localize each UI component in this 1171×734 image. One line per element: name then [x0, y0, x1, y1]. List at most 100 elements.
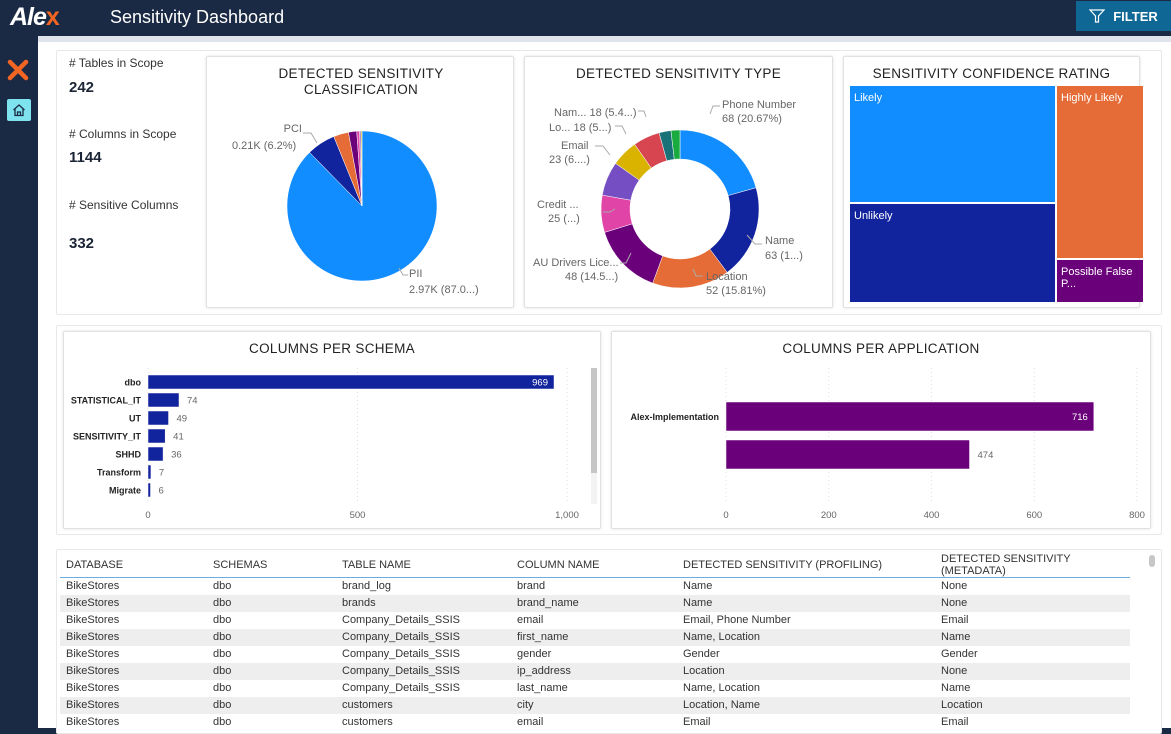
table-cell: first_name [511, 628, 677, 646]
table-cell: brand [517, 580, 546, 593]
table-cell: Name [677, 594, 935, 612]
table-row[interactable]: BikeStores dbo brand_log brand Name None [60, 578, 1130, 595]
bar[interactable] [147, 446, 164, 462]
column-header-schemas[interactable]: SCHEMAS [207, 553, 336, 578]
table-row[interactable]: BikeStores dbo Company_Details_SSIS ip_addr… [60, 662, 1130, 680]
slice-label-au-drivers: AU Drivers Lice... [533, 257, 619, 269]
leader-line [303, 132, 318, 144]
slice-label-location: Location [706, 271, 748, 283]
y-category-label: UT [129, 414, 141, 424]
table-scrollbar-thumb[interactable] [1149, 555, 1155, 567]
chart-scrollbar-track[interactable] [591, 368, 597, 504]
filter-button[interactable]: FILTER [1076, 1, 1171, 31]
table-cell: Gender [683, 648, 720, 660]
treemap-tile-highly-likely[interactable]: Highly Likely [1057, 86, 1143, 258]
table-header-row: DATABASE SCHEMAS TABLE NAME COLUMN NAME … [60, 553, 1130, 578]
table-cell: BikeStores [60, 696, 207, 714]
slice-value-location: 52 (15.81%) [706, 285, 766, 297]
table-row[interactable]: BikeStores dbo Company_Details_SSIS gender G… [60, 646, 1130, 663]
table-row[interactable]: BikeStores dbo Company_Details_SSIS email Em… [60, 612, 1130, 629]
x-tick-label: 600 [1026, 510, 1042, 521]
table-cell: None [935, 662, 1130, 680]
table-cell: city [511, 696, 677, 714]
chart-title: SENSITIVITY CONFIDENCE RATING [872, 66, 1111, 81]
slice-value-credit: 25 (...) [548, 213, 580, 225]
table-cell: dbo [213, 682, 232, 694]
x-tick-label: 800 [1129, 510, 1145, 521]
table-cell: Name [941, 682, 971, 694]
column-header-column-name[interactable]: COLUMN NAME [511, 553, 677, 578]
x-tick-label: 1,000 [555, 510, 579, 521]
bar[interactable] [725, 439, 970, 470]
table-cell: dbo [207, 628, 336, 646]
table-cell: gender [517, 648, 552, 660]
table-row[interactable]: BikeStores dbo brands brand_name Name None [60, 594, 1130, 612]
leader-line [595, 145, 611, 156]
bar-value-label: 716 [1072, 412, 1088, 423]
slice-value-au-drivers: 48 (14.5...) [565, 271, 619, 283]
slice-value-phone: 68 (20.67%) [722, 113, 782, 125]
treemap-tile-possible-false-positive[interactable]: Possible False P... [1057, 260, 1143, 302]
table-row[interactable]: BikeStores dbo Company_Details_SSIS last_na… [60, 680, 1130, 697]
donut-slice-phone-number[interactable] [679, 129, 757, 196]
classification-pie-card[interactable]: DETECTED SENSITIVITY CLASSIFICATION PCI … [206, 56, 514, 308]
y-category-label: Alex-Implementation [630, 412, 719, 422]
table-cell: None [941, 580, 968, 593]
slice-value-name: 63 (1...) [765, 250, 803, 262]
y-category-label: STATISTICAL_IT [71, 396, 142, 406]
app-logo: Alex [10, 3, 60, 32]
chart-scrollbar-thumb[interactable] [591, 368, 597, 473]
table-cell: Gender [941, 648, 978, 660]
column-header-profiling[interactable]: DETECTED SENSITIVITY (PROFILING) [677, 553, 935, 578]
kpi-label: # Tables in Scope [69, 56, 164, 70]
slice-label-credit: Credit ... [537, 199, 579, 211]
bar[interactable] [147, 374, 555, 390]
y-category-label: Transform [97, 468, 141, 478]
table-cell: Company_Details_SSIS [336, 662, 511, 680]
table-row[interactable]: BikeStores dbo customers city Location, Name… [60, 696, 1130, 714]
home-button[interactable] [7, 99, 31, 121]
treemap-tile-unlikely[interactable]: Unlikely [850, 204, 1055, 302]
slice-label-nam: Nam... 18 (5.4...) [554, 107, 637, 119]
columns-per-schema-card[interactable]: COLUMNS PER SCHEMA 0 500 1,000 dbo 969 STATIS… [63, 331, 601, 529]
table-cell: Location [935, 696, 1130, 714]
bar[interactable] [147, 428, 166, 444]
bar[interactable] [147, 464, 152, 480]
slice-label-email: Email [561, 140, 589, 152]
bar-value-label: 6 [159, 486, 164, 497]
bar[interactable] [147, 410, 169, 426]
bar[interactable] [147, 392, 180, 408]
bar[interactable] [725, 401, 1095, 432]
columns-per-application-card[interactable]: COLUMNS PER APPLICATION 0 200 400 600 800 Ale… [611, 331, 1151, 529]
table-cell: Name, Location [683, 682, 761, 694]
slice-label-name: Name [765, 235, 795, 247]
bar[interactable] [147, 482, 151, 498]
table-cell: customers [336, 696, 511, 714]
slice-label-phone: Phone Number [722, 99, 796, 111]
column-header-database[interactable]: DATABASE [60, 553, 207, 578]
logo-accent: x [45, 3, 60, 31]
x-tick-label: 0 [145, 510, 150, 521]
table-cell: Email [941, 614, 969, 626]
sensitivity-type-donut-card[interactable]: DETECTED SENSITIVITY TYPE Phone Number 6… [524, 56, 833, 308]
confidence-treemap-card[interactable]: SENSITIVITY CONFIDENCE RATING Likely Unli… [843, 56, 1143, 308]
column-header-table-name[interactable]: TABLE NAME [336, 553, 511, 578]
leader-line [638, 110, 647, 118]
y-category-label: Migrate [109, 486, 141, 496]
kpi-value: 242 [69, 79, 95, 96]
table-cell: BikeStores [66, 580, 120, 593]
table-cell: Name [683, 580, 713, 593]
columns-per-schema-chart: 0 500 1,000 dbo 969 STATISTICAL_IT 74 UT 49 SENSI… [71, 368, 579, 521]
column-header-metadata[interactable]: DETECTED SENSITIVITY (METADATA) [935, 553, 1130, 578]
table-row[interactable]: BikeStores dbo Company_Details_SSIS first_n… [60, 628, 1130, 646]
bar-value-label: 74 [187, 396, 198, 407]
table-cell: Company_Details_SSIS [342, 614, 461, 626]
alex-logo-icon[interactable] [6, 58, 30, 82]
slice-label-pii: PII [409, 268, 423, 280]
treemap-tile-label: Unlikely [854, 210, 893, 222]
table-cell: ip_address [511, 662, 677, 680]
table-cell: dbo [213, 648, 232, 660]
bar-value-label: 49 [177, 414, 188, 425]
table-cell: brands [336, 594, 511, 612]
treemap-tile-likely[interactable]: Likely [850, 86, 1055, 202]
